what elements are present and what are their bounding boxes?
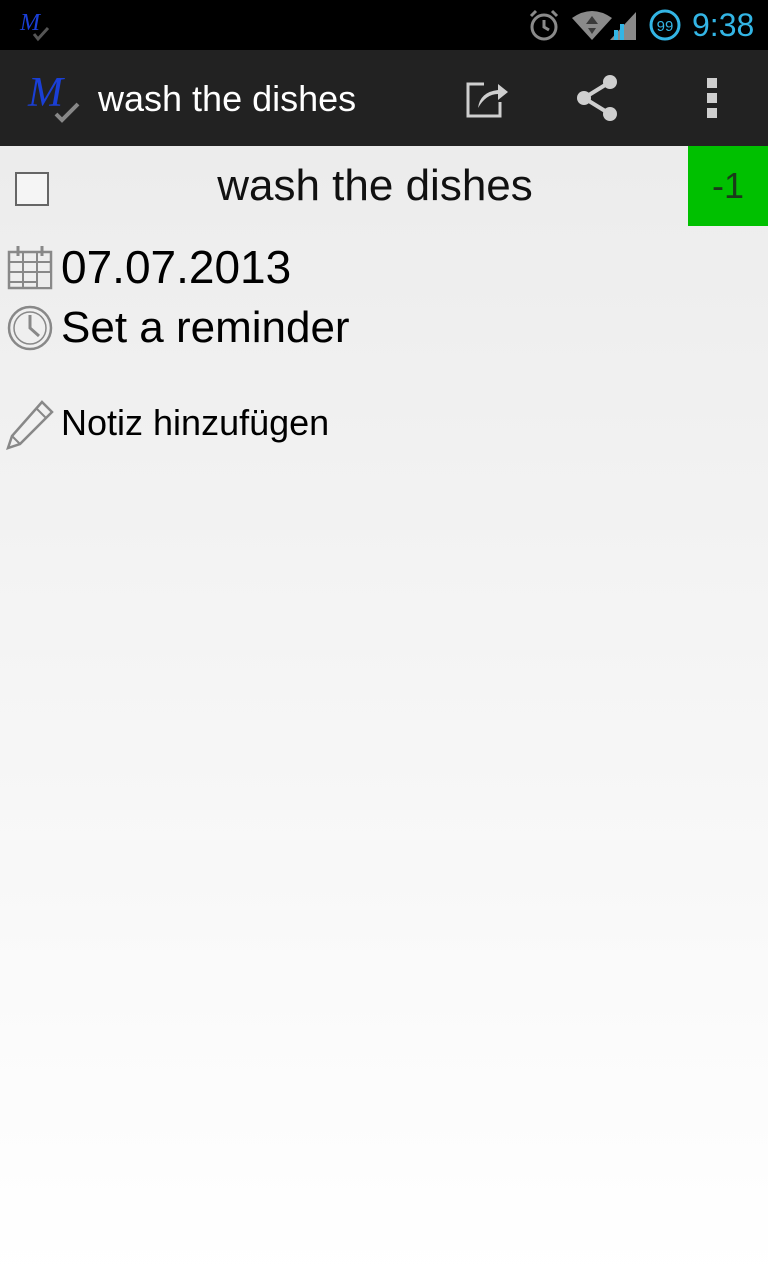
status-time: 9:38 [692, 7, 755, 43]
overflow-menu-button[interactable] [676, 64, 748, 132]
edit-button[interactable] [452, 64, 524, 132]
task-done-checkbox[interactable] [15, 172, 49, 206]
edit-icon [466, 82, 508, 118]
reminder-text: Set a reminder [61, 303, 350, 352]
calendar-icon [7, 246, 53, 290]
app-logo-icon: M [19, 10, 50, 42]
reminder-row[interactable]: Set a reminder [0, 302, 768, 354]
share-button[interactable] [561, 64, 633, 132]
status-bar: M 99 9:38 [0, 0, 768, 50]
pencil-icon [6, 400, 54, 450]
battery-icon: 99 [649, 9, 681, 41]
task-detail-content: wash the dishes -1 07.07.2013 Set a remi… [0, 146, 768, 1280]
svg-text:99: 99 [657, 18, 674, 35]
task-title[interactable]: wash the dishes [60, 160, 690, 212]
overflow-menu-icon [707, 78, 717, 118]
action-bar-title: wash the dishes [98, 78, 357, 119]
due-priority-badge[interactable]: -1 [688, 146, 768, 226]
alarm-icon [529, 9, 559, 41]
svg-text:M: M [27, 70, 65, 116]
clock-icon [7, 305, 53, 351]
due-date-row[interactable]: 07.07.2013 [0, 242, 768, 294]
note-row[interactable]: Notiz hinzufügen [0, 398, 768, 452]
action-bar: M wash the dishes [0, 50, 768, 147]
add-note-text: Notiz hinzufügen [61, 402, 330, 443]
share-icon [577, 75, 617, 121]
due-date-text: 07.07.2013 [61, 241, 292, 293]
app-logo-icon[interactable]: M [26, 68, 84, 126]
svg-text:M: M [19, 10, 42, 36]
cell-signal-icon [610, 12, 636, 40]
task-header-row: wash the dishes -1 [0, 146, 768, 226]
